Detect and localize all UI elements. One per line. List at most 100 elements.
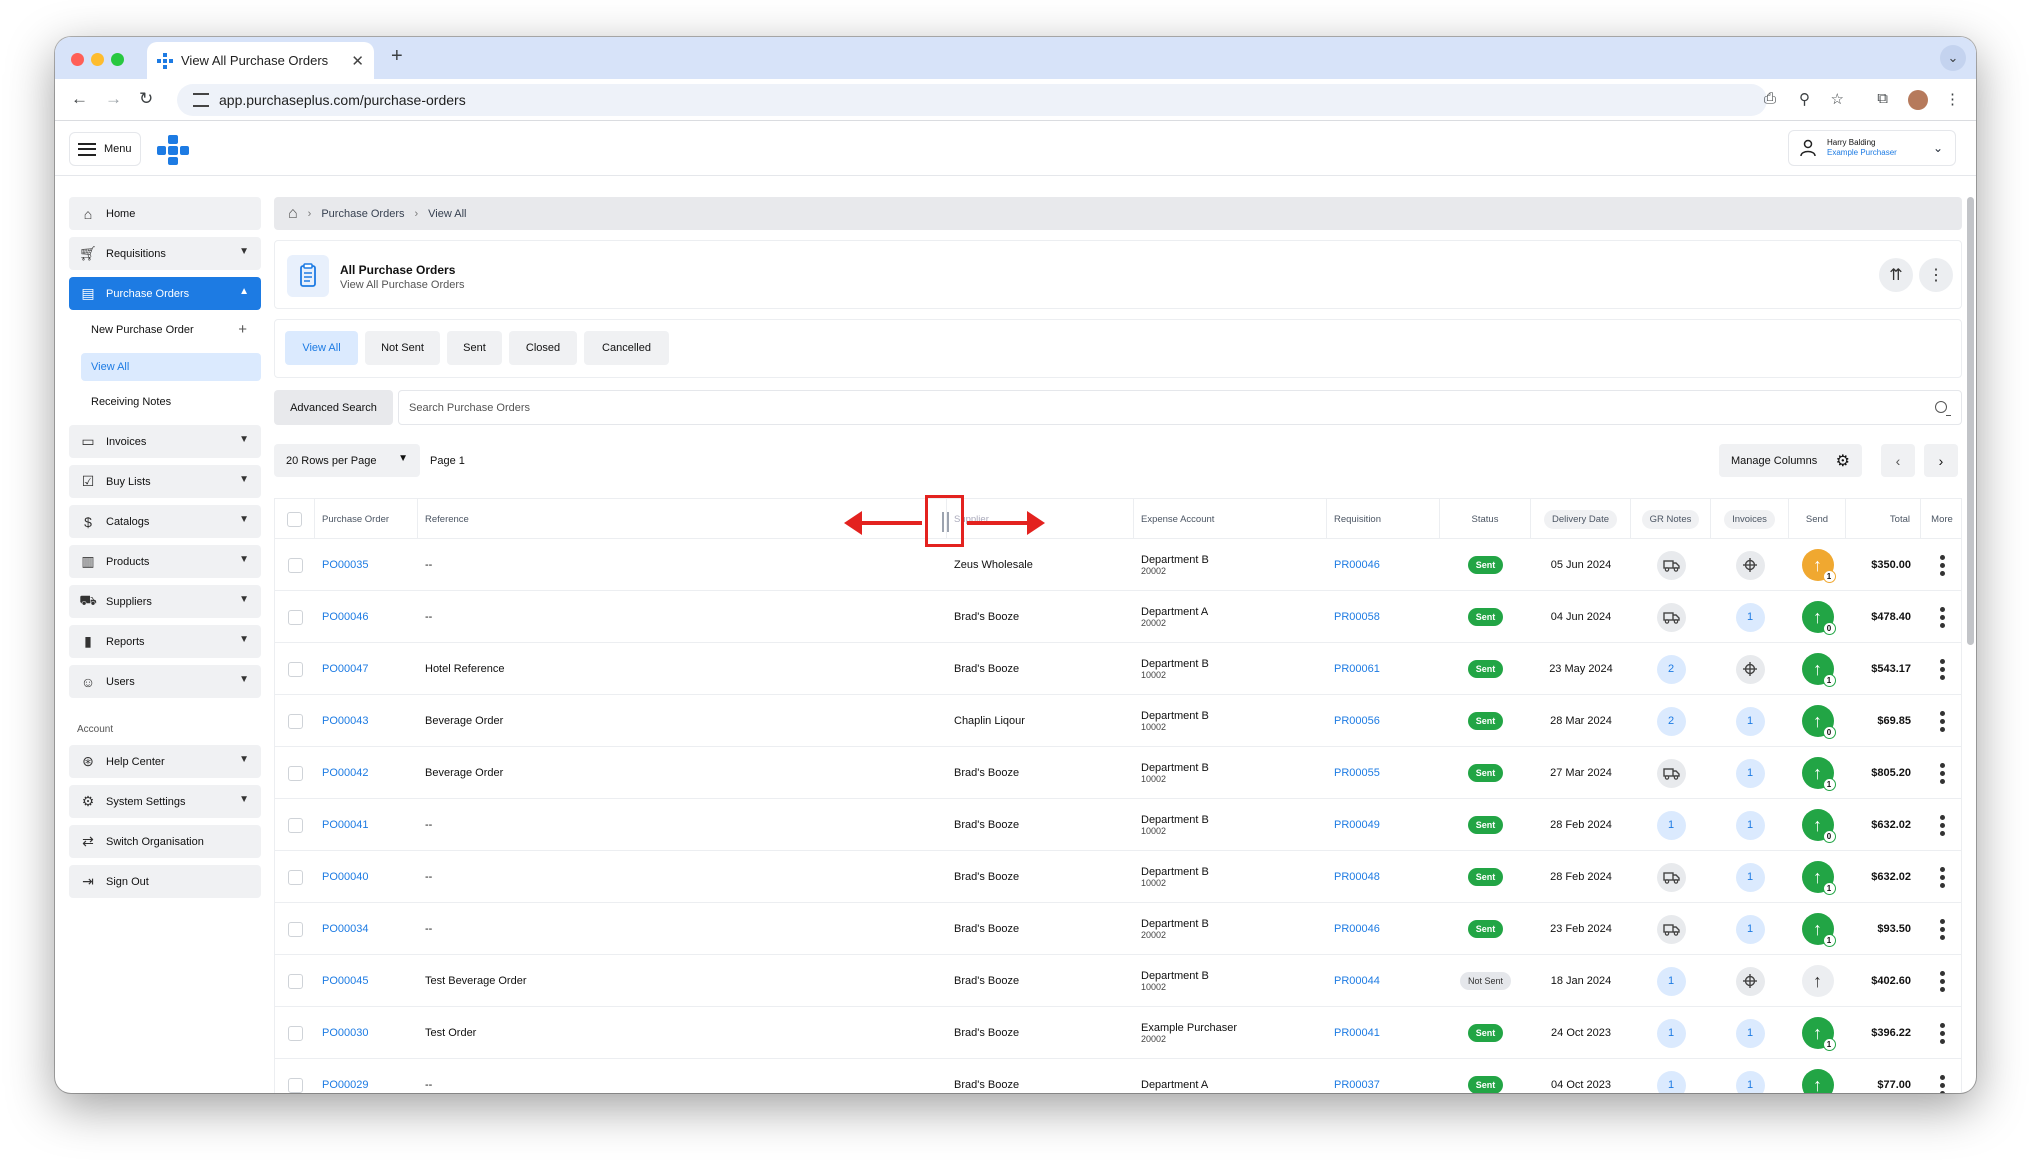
row-more-icon[interactable] (1939, 970, 1945, 992)
select-all-checkbox[interactable] (287, 511, 302, 527)
row-more-icon[interactable] (1939, 658, 1945, 680)
send-arrow-icon[interactable]: ↑ 0 (1801, 601, 1836, 635)
crosshair-icon[interactable] (1735, 654, 1765, 684)
col-invoices[interactable]: Invoices (1711, 499, 1789, 539)
breadcrumb-purchase-orders[interactable]: Purchase Orders (321, 208, 404, 220)
maximize-window-dot[interactable] (111, 53, 124, 66)
sidebar-item-help-center[interactable]: ⊛ Help Center ▼ (69, 745, 261, 778)
row-more-icon[interactable] (1939, 762, 1945, 784)
requisition-link[interactable]: PR00056 (1334, 715, 1380, 727)
invoices-count[interactable]: 1 (1735, 914, 1765, 944)
crosshair-icon[interactable] (1735, 966, 1765, 996)
row-checkbox[interactable] (287, 557, 303, 573)
plus-icon[interactable]: + (238, 316, 247, 344)
gr-notes-count[interactable]: 2 (1656, 654, 1686, 684)
po-link[interactable]: PO00030 (322, 1027, 368, 1039)
po-link[interactable]: PO00040 (322, 871, 368, 883)
requisition-link[interactable]: PR00046 (1334, 923, 1380, 935)
invoices-count[interactable]: 1 (1735, 1018, 1765, 1048)
requisition-link[interactable]: PR00055 (1334, 767, 1380, 779)
invoices-count[interactable]: 1 (1735, 758, 1765, 788)
col-send[interactable]: Send (1789, 499, 1846, 539)
prev-page-button[interactable]: ‹ (1881, 444, 1915, 477)
send-arrow-icon[interactable]: ↑ 1 (1801, 913, 1836, 947)
row-checkbox[interactable] (287, 921, 303, 937)
home-icon[interactable]: ⌂ (288, 205, 298, 223)
next-page-button[interactable]: › (1924, 444, 1958, 477)
table-row[interactable]: PO00034 -- Brad's Booze Department B 20002 PR… (275, 903, 1961, 955)
sidebar-item-reports[interactable]: ▮ Reports ▼ (69, 625, 261, 658)
row-more-icon[interactable] (1939, 710, 1945, 732)
new-tab-icon[interactable]: + (391, 45, 403, 68)
row-checkbox[interactable] (287, 1077, 303, 1093)
rows-per-page-select[interactable]: 20 Rows per Page ▼ (274, 444, 420, 477)
po-link[interactable]: PO00047 (322, 663, 368, 675)
truck-icon[interactable] (1656, 862, 1686, 892)
table-row[interactable]: PO00045 Test Beverage Order Brad's Booze De… (275, 955, 1961, 1007)
sidebar-item-home[interactable]: ⌂ Home (69, 197, 261, 230)
send-arrow-icon[interactable]: ↑ 0 (1801, 809, 1836, 843)
table-row[interactable]: PO00035 -- Zeus Wholesale Department B 20002… (275, 539, 1961, 591)
po-link[interactable]: PO00035 (322, 559, 368, 571)
col-reference[interactable]: Reference (418, 499, 947, 539)
gr-notes-count[interactable]: 1 (1656, 810, 1686, 840)
browser-tab[interactable]: View All Purchase Orders ✕ (147, 42, 374, 79)
requisition-link[interactable]: PR00037 (1334, 1079, 1380, 1091)
sidebar-item-buy-lists[interactable]: ☑ Buy Lists ▼ (69, 465, 261, 498)
search-input[interactable]: Search Purchase Orders (398, 390, 1962, 425)
send-arrow-icon[interactable]: ↑ 1 (1801, 549, 1836, 583)
col-delivery-date[interactable]: Delivery Date (1531, 499, 1631, 539)
truck-icon[interactable] (1656, 914, 1686, 944)
requisition-link[interactable]: PR00048 (1334, 871, 1380, 883)
table-row[interactable]: PO00029 -- Brad's Booze Department A PR00037… (275, 1059, 1961, 1093)
sidebar-item-suppliers[interactable]: ⛟ Suppliers ▼ (69, 585, 261, 618)
profile-avatar[interactable] (1908, 90, 1928, 110)
row-more-icon[interactable] (1939, 606, 1945, 628)
requisition-link[interactable]: PR00058 (1334, 611, 1380, 623)
filter-sent[interactable]: Sent (447, 331, 502, 365)
table-row[interactable]: PO00047 Hotel Reference Brad's Booze Depart… (275, 643, 1961, 695)
page-scrollbar[interactable] (1967, 197, 1974, 645)
sidebar-item-catalogs[interactable]: $ Catalogs ▼ (69, 505, 261, 538)
po-link[interactable]: PO00041 (322, 819, 368, 831)
filter-cancelled[interactable]: Cancelled (584, 331, 669, 365)
more-options-icon[interactable]: ⋮ (1919, 258, 1953, 292)
po-link[interactable]: PO00034 (322, 923, 368, 935)
send-arrow-icon[interactable]: ↑ (1801, 1069, 1834, 1093)
table-row[interactable]: PO00041 -- Brad's Booze Department B 10002 PR… (275, 799, 1961, 851)
row-more-icon[interactable] (1939, 866, 1945, 888)
row-checkbox[interactable] (287, 661, 303, 677)
invoices-count[interactable]: 1 (1735, 1070, 1765, 1093)
sidebar-item-sign-out[interactable]: ⇥ Sign Out (69, 865, 261, 898)
row-more-icon[interactable] (1939, 1074, 1945, 1093)
col-purchase-order[interactable]: Purchase Order (315, 499, 418, 539)
col-status[interactable]: Status (1440, 499, 1531, 539)
truck-icon[interactable] (1656, 602, 1686, 632)
gr-notes-count[interactable]: 1 (1656, 966, 1686, 996)
send-arrow-icon[interactable]: ↑ 1 (1801, 653, 1836, 687)
table-row[interactable]: PO00030 Test Order Brad's Booze Example Pur… (275, 1007, 1961, 1059)
filter-view-all[interactable]: View All (285, 331, 358, 365)
column-resize-handle[interactable] (925, 495, 964, 547)
sidebar-item-products[interactable]: ▥ Products ▼ (69, 545, 261, 578)
requisition-link[interactable]: PR00049 (1334, 819, 1380, 831)
gr-notes-count[interactable]: 1 (1656, 1070, 1686, 1093)
tab-search-chevron-icon[interactable]: ⌄ (1940, 45, 1966, 71)
crosshair-icon[interactable] (1735, 550, 1765, 580)
sidebar-item-purchase-orders[interactable]: ▤ Purchase Orders ▲ (69, 277, 261, 310)
po-link[interactable]: PO00029 (322, 1079, 368, 1091)
row-checkbox[interactable] (287, 609, 303, 625)
sidebar-subitem-view-all[interactable]: View All (81, 353, 261, 381)
reload-icon[interactable]: ↻ (139, 89, 153, 109)
po-link[interactable]: PO00043 (322, 715, 368, 727)
row-more-icon[interactable] (1939, 1022, 1945, 1044)
row-checkbox[interactable] (287, 973, 303, 989)
send-arrow-icon[interactable]: ↑ 1 (1801, 861, 1836, 895)
send-arrow-icon[interactable]: ↑ 0 (1801, 705, 1836, 739)
requisition-link[interactable]: PR00061 (1334, 663, 1380, 675)
row-checkbox[interactable] (287, 1025, 303, 1041)
po-link[interactable]: PO00046 (322, 611, 368, 623)
row-checkbox[interactable] (287, 765, 303, 781)
manage-columns-button[interactable]: Manage Columns ⚙ (1719, 444, 1862, 477)
search-icon[interactable] (1935, 401, 1951, 416)
